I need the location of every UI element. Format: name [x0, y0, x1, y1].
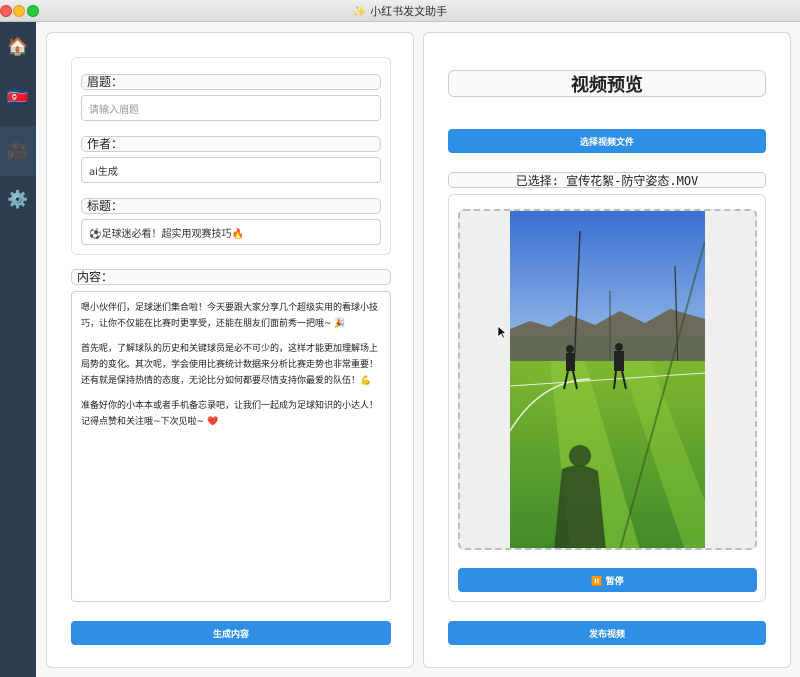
gear-icon: ⚙️: [7, 190, 29, 210]
sidebar: 🏠 🇰🇵 🎥 ⚙️: [0, 22, 36, 677]
headline-input[interactable]: ⚽足球迷必看！超实用观赛技巧🔥: [81, 219, 381, 245]
football-field-image: [510, 211, 705, 548]
video-preview-title: 视频预览: [448, 70, 766, 97]
content-panel: 眉题： 请输入眉题 作者： ai生成 标题： ⚽足球迷必看！超实用观赛技巧🔥 内…: [46, 32, 414, 668]
content-paragraph: 准备好你的小本本或者手机备忘录吧，让我们一起成为足球知识的小达人！记得点赞和关注…: [81, 401, 379, 427]
author-input[interactable]: ai生成: [81, 157, 381, 183]
meta-group: 眉题： 请输入眉题 作者： ai生成 标题： ⚽足球迷必看！超实用观赛技巧🔥: [71, 57, 391, 255]
headline-label: 标题：: [81, 198, 381, 214]
author-label: 作者：: [81, 136, 381, 152]
content-text: 嗯小伙伴们，足球迷们集合啦！今天要跟大家分享几个超级实用的看球小技巧，让你不仅能…: [81, 300, 383, 439]
select-video-button[interactable]: 选择视频文件: [448, 129, 766, 153]
selected-file-label: 已选择: 宣传花絮-防守姿态.MOV: [448, 172, 766, 188]
generate-content-button[interactable]: 生成内容: [71, 621, 391, 645]
pause-button[interactable]: ⏸️ 暂停: [458, 568, 757, 592]
content-textarea[interactable]: 嗯小伙伴们，足球迷们集合啦！今天要跟大家分享几个超级实用的看球小技巧，让你不仅能…: [71, 291, 391, 602]
main-area: 眉题： 请输入眉题 作者： ai生成 标题： ⚽足球迷必看！超实用观赛技巧🔥 内…: [36, 22, 800, 677]
video-frame: ⏸️ 暂停: [448, 194, 766, 602]
publish-video-button[interactable]: 发布视频: [448, 621, 766, 645]
content-paragraph: 嗯小伙伴们，足球迷们集合啦！今天要跟大家分享几个超级实用的看球小技巧，让你不仅能…: [81, 303, 379, 329]
mouse-cursor-icon: [497, 325, 507, 339]
title-bar: ✨ 小红书发文助手: [0, 0, 800, 22]
home-icon: 🏠: [7, 37, 29, 57]
video-panel: 视频预览 选择视频文件 已选择: 宣传花絮-防守姿态.MOV ⏸️ 暂停 发布视…: [423, 32, 791, 668]
eyebrow-input[interactable]: 请输入眉题: [81, 95, 381, 121]
sidebar-item-home[interactable]: 🏠: [0, 27, 36, 67]
eyebrow-label: 眉题：: [81, 74, 381, 90]
sidebar-item-flag[interactable]: 🇰🇵: [0, 78, 36, 118]
flag-icon: 🇰🇵: [7, 88, 29, 108]
sidebar-item-video[interactable]: 🎥: [0, 126, 36, 176]
content-paragraph: 首先呢，了解球队的历史和关键球员是必不可少的，这样才能更加理解场上局势的变化。其…: [81, 344, 379, 386]
sidebar-item-settings[interactable]: ⚙️: [0, 180, 36, 220]
window-title: ✨ 小红书发文助手: [352, 5, 448, 18]
video-frame-image: [510, 211, 705, 548]
content-label: 内容：: [71, 269, 391, 285]
video-camera-icon: 🎥: [7, 141, 29, 161]
video-player[interactable]: [458, 209, 757, 550]
